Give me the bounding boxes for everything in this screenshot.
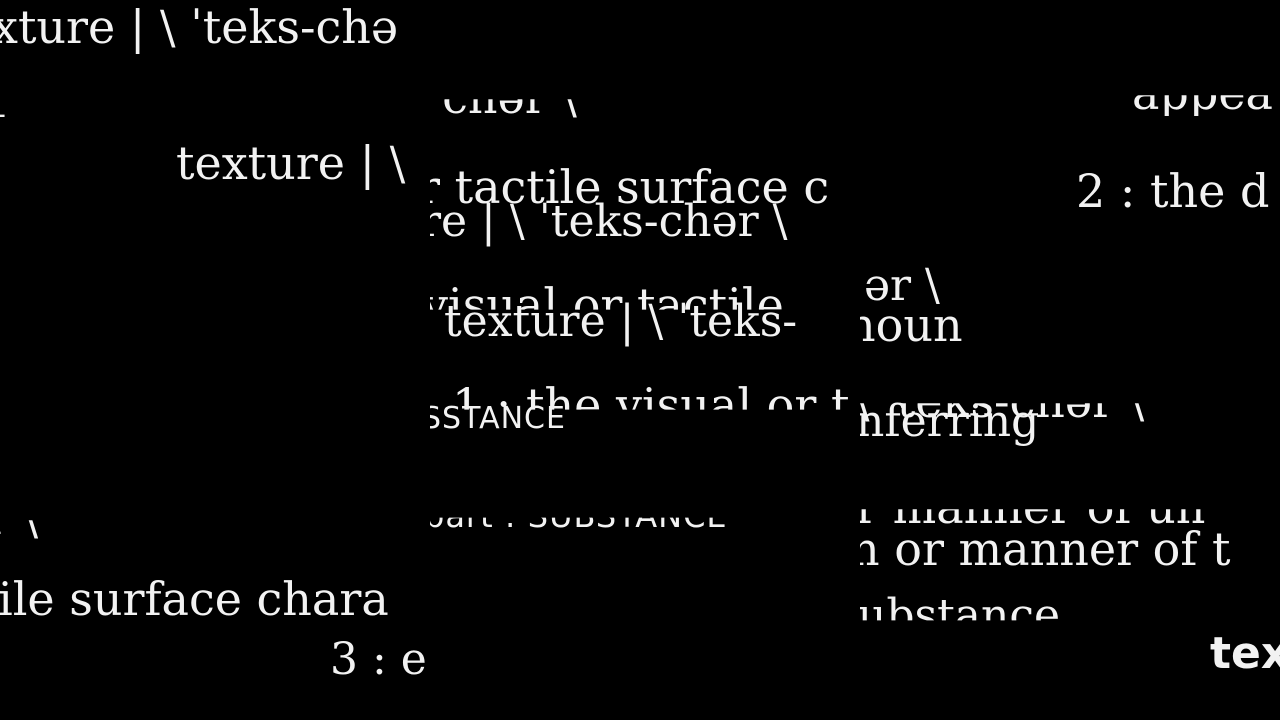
definition-fragment: appea [1132,66,1273,120]
corner-word-fragment: tex [1210,628,1280,679]
definition-fragment: part : SUBSTANCE [430,497,728,535]
kinetic-typography-frame: xture | \ ˈteks-chə r e texture | \ r \ … [0,0,1280,720]
definition-fragment: texture | \ [176,136,406,190]
definition-fragment: re | \ ˈteks-chər \ [430,196,788,247]
definition-fragment: \ chər \ [430,70,577,124]
definition-fragment: ile surface chara [0,572,389,626]
definition-fragment: n or manner of t [860,522,1231,576]
definition-fragment: noun [860,298,963,352]
right-text-column: appea 2 : the d ər \ noun \ ˈteks-chər \… [860,0,1280,720]
definition-fragment: SSTANCE [430,401,566,436]
definition-fragment: texture | \ ˈteks- [444,296,798,347]
definition-fragment: r e [0,74,430,128]
definition-fragment: 3 : e [330,634,427,685]
definition-fragment: r \ [0,491,39,545]
definition-fragment: 2 : the d [1076,164,1270,218]
middle-text-column: \ chər \ r tactile surface c re | \ ˈtek… [430,0,860,720]
left-text-column: xture | \ ˈteks-chə r e texture | \ r \ … [0,0,430,720]
definition-fragment: nferring [860,396,1040,447]
definition-fragment: ubstance [860,590,1061,641]
definition-fragment: xture | \ ˈteks-chə [0,0,399,54]
